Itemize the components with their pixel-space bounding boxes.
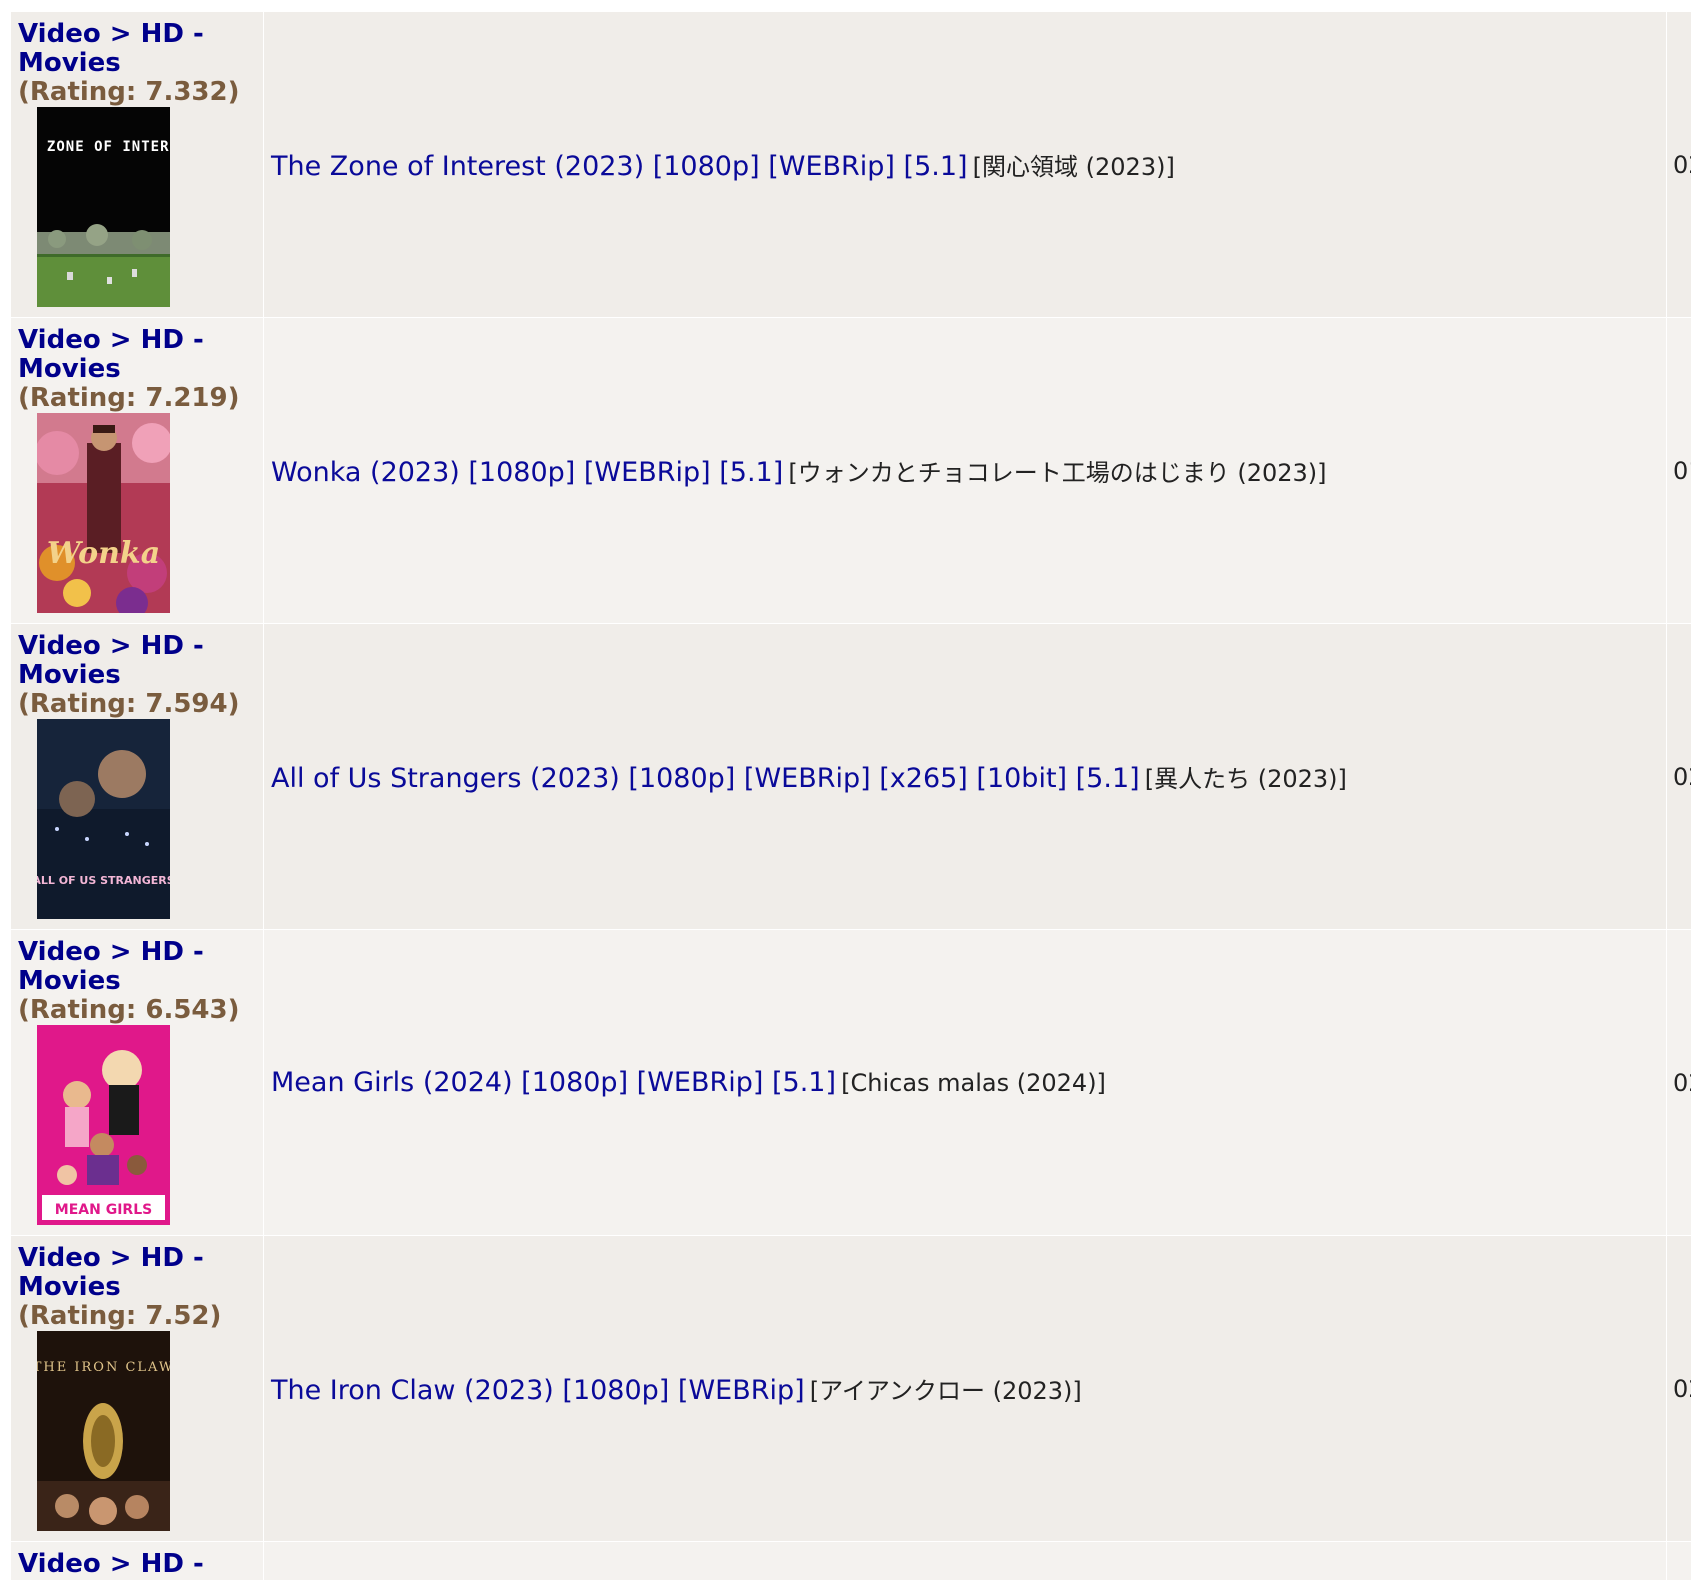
title-cell: The Zone of Interest (2023) [1080p] [WEB… [264, 12, 1666, 317]
rating-label: (Rating: 7.219) [18, 383, 240, 413]
title-link[interactable]: Mean Girls (2024) [1080p] [WEBRip] [5.1] [271, 1067, 836, 1098]
date-text: 02 [1673, 1374, 1691, 1403]
title-link[interactable]: The Iron Claw (2023) [1080p] [WEBRip] [271, 1375, 805, 1406]
rating-label: (Rating: 7.594) [18, 689, 240, 719]
table-row: Video > HD - Movies (Rating: 7.594) ALL … [11, 624, 1691, 929]
torrent-results-table: Video > HD - Movies (Rating: 7.332) THE … [10, 11, 1691, 1580]
table-row: Video > HD - Movies (Rating: 7.332) THE … [11, 12, 1691, 317]
category-cell: Video > HD - Movies (Rating: 7.332) THE … [11, 12, 263, 317]
movie-poster[interactable]: THE ZONE OF INTEREST [37, 107, 170, 307]
title-cell: Mean Girls (2024) [1080p] [WEBRip] [5.1]… [264, 930, 1666, 1235]
rating-label: (Rating: 7.52) [18, 1301, 222, 1331]
rating-label: (Rating: 7.332) [18, 77, 240, 107]
category-cell: Video > HD - Movies (Rating: 7.52) THE I… [11, 1236, 263, 1541]
date-text: 01 [1673, 456, 1691, 485]
table-row: Video > HD - Movies (Rating: 6.543) MEAN… [11, 930, 1691, 1235]
movie-poster[interactable]: THE IRON CLAW [37, 1331, 170, 1531]
table-row: Video > HD - Movies (Rating: 7.219) Wonk… [11, 318, 1691, 623]
alt-title: [アイアンクロー (2023)] [809, 1377, 1082, 1405]
poster-title-text: MEAN GIRLS [55, 1202, 152, 1218]
category-cell: Video > HD - [11, 1542, 263, 1580]
alt-title: [関心領域 (2023)] [972, 153, 1175, 181]
date-cell: 02 [1667, 930, 1691, 1235]
date-cell: 01 [1667, 318, 1691, 623]
date-cell [1667, 1542, 1691, 1580]
table-row: Video > HD - Movies (Rating: 7.52) THE I… [11, 1236, 1691, 1541]
title-cell: All of Us Strangers (2023) [1080p] [WEBR… [264, 624, 1666, 929]
alt-title: [異人たち (2023)] [1144, 765, 1347, 793]
title-cell: The Iron Claw (2023) [1080p] [WEBRip] [ア… [264, 1236, 1666, 1541]
title-link[interactable]: All of Us Strangers (2023) [1080p] [WEBR… [271, 763, 1140, 794]
poster-title-text: THE ZONE OF INTEREST [37, 139, 170, 155]
category-link[interactable]: Video > HD - [18, 1550, 218, 1579]
category-link[interactable]: Video > HD - Movies [18, 632, 218, 690]
alt-title: [ウォンカとチョコレート工場のはじまり (2023)] [788, 459, 1327, 487]
category-cell: Video > HD - Movies (Rating: 7.219) Wonk… [11, 318, 263, 623]
alt-title: [Chicas malas (2024)] [841, 1069, 1106, 1097]
movie-poster[interactable]: MEAN GIRLS [37, 1025, 170, 1225]
table-row: Video > HD - [11, 1542, 1691, 1580]
category-link[interactable]: Video > HD - Movies [18, 1244, 218, 1302]
poster-title-text: Wonka [47, 536, 160, 571]
category-cell: Video > HD - Movies (Rating: 6.543) MEAN… [11, 930, 263, 1235]
category-link[interactable]: Video > HD - Movies [18, 938, 218, 996]
date-text: 02 [1673, 1068, 1691, 1097]
date-text: 02 [1673, 762, 1691, 791]
title-link[interactable]: The Zone of Interest (2023) [1080p] [WEB… [271, 151, 968, 182]
title-link[interactable]: Wonka (2023) [1080p] [WEBRip] [5.1] [271, 457, 783, 488]
title-cell [264, 1542, 1666, 1580]
date-cell: 02 [1667, 12, 1691, 317]
poster-title-text: THE IRON CLAW [37, 1360, 170, 1375]
poster-title-text: ALL OF US STRANGERS [37, 874, 170, 887]
date-cell: 02 [1667, 1236, 1691, 1541]
date-cell: 02 [1667, 624, 1691, 929]
category-cell: Video > HD - Movies (Rating: 7.594) ALL … [11, 624, 263, 929]
movie-poster[interactable]: ALL OF US STRANGERS [37, 719, 170, 919]
rating-label: (Rating: 6.543) [18, 995, 240, 1025]
category-link[interactable]: Video > HD - Movies [18, 20, 218, 78]
title-cell: Wonka (2023) [1080p] [WEBRip] [5.1] [ウォン… [264, 318, 1666, 623]
category-link[interactable]: Video > HD - Movies [18, 326, 218, 384]
movie-poster[interactable]: Wonka [37, 413, 170, 613]
results-viewport: Video > HD - Movies (Rating: 7.332) THE … [0, 0, 1691, 1580]
date-text: 02 [1673, 150, 1691, 179]
